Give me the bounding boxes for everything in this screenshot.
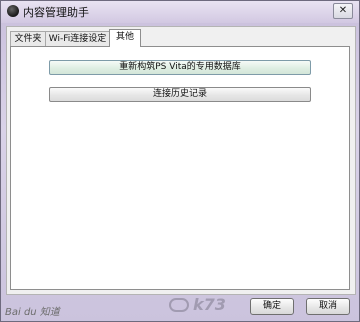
app-icon (7, 5, 19, 17)
connection-history-button[interactable]: 连接历史记录 (49, 87, 311, 102)
gamepad-icon (169, 298, 189, 312)
title-bar[interactable]: 内容管理助手 ✕ (1, 1, 359, 23)
rebuild-database-button[interactable]: 重新构筑PS Vita的专用数据库 (49, 60, 311, 75)
close-icon[interactable]: ✕ (333, 3, 353, 19)
dialog-window: 内容管理助手 ✕ 文件夹 Wi-Fi连接设定 其他 重新构筑PS Vita的专用… (0, 0, 360, 322)
ok-button[interactable]: 确定 (250, 298, 294, 315)
k73-watermark-text: k73 (193, 295, 226, 314)
k73-watermark: k73 (169, 293, 255, 319)
tab-other[interactable]: 其他 (109, 29, 141, 47)
baidu-watermark: Bai du 知道 (5, 307, 60, 318)
window-title: 内容管理助手 (23, 6, 89, 19)
tab-wifi-settings[interactable]: Wi-Fi连接设定 (45, 31, 110, 46)
dialog-client-area: 文件夹 Wi-Fi连接设定 其他 重新构筑PS Vita的专用数据库 连接历史记… (6, 26, 356, 295)
tab-panel-other: 重新构筑PS Vita的专用数据库 连接历史记录 (10, 46, 350, 290)
cancel-button[interactable]: 取消 (306, 298, 350, 315)
tab-folder[interactable]: 文件夹 (10, 31, 46, 46)
